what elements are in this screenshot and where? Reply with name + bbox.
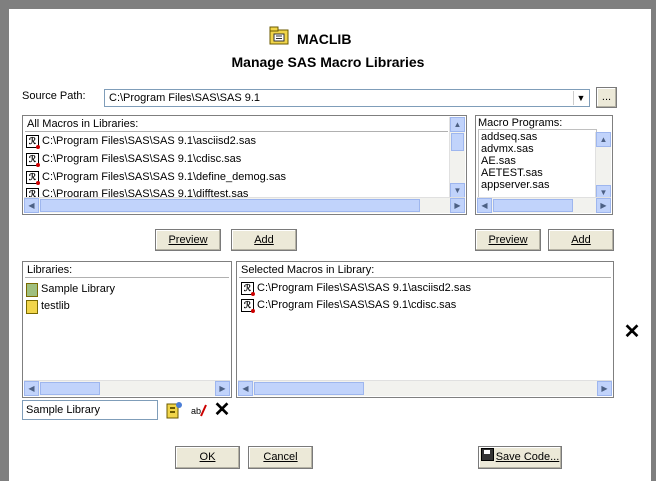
delete-library-button[interactable]: ✕ <box>211 400 233 422</box>
add-macro-program-button[interactable]: Add <box>548 229 614 251</box>
horizontal-scrollbar[interactable]: ◀ ▶ <box>238 380 612 396</box>
vertical-scrollbar[interactable]: ▲ ▼ <box>449 117 465 198</box>
remove-macro-button[interactable]: ✕ <box>620 322 644 346</box>
window-frame-left <box>0 0 9 481</box>
page-subtitle: Manage SAS Macro Libraries <box>231 54 425 70</box>
vertical-scrollbar[interactable]: ▲ ▼ <box>595 132 611 200</box>
library-name-input[interactable]: Sample Library <box>22 400 158 420</box>
selected-macros-header: Selected Macros in Library: <box>241 264 375 276</box>
close-x-icon: ✕ <box>623 321 641 343</box>
ok-button[interactable]: OK <box>175 446 240 469</box>
scroll-left-icon[interactable]: ◀ <box>24 381 39 396</box>
macro-programs-list[interactable]: Macro Programs: addseq.sas advmx.sas AE.… <box>475 115 613 215</box>
preview-macro-program-button[interactable]: Preview <box>475 229 541 251</box>
scroll-thumb[interactable] <box>40 199 420 212</box>
browse-button[interactable]: ... <box>596 87 617 108</box>
cancel-button[interactable]: Cancel <box>248 446 313 469</box>
list-item[interactable]: Sample Library <box>26 281 115 298</box>
scroll-thumb[interactable] <box>254 382 364 395</box>
horizontal-scrollbar[interactable]: ◀ ▶ <box>24 380 230 396</box>
library-book-icon <box>26 299 38 314</box>
scroll-left-icon[interactable]: ◀ <box>238 381 253 396</box>
list-item[interactable]: ℛ C:\Program Files\SAS\SAS 9.1\cdisc.sas <box>241 297 456 314</box>
sas-program-icon: ℛ <box>241 282 255 296</box>
window-frame-right <box>651 0 656 481</box>
preview-all-macros-button[interactable]: Preview <box>155 229 221 251</box>
scroll-up-icon[interactable]: ▲ <box>596 132 611 147</box>
source-path-combobox[interactable]: C:\Program Files\SAS\SAS 9.1 ▼ <box>104 89 590 107</box>
library-book-icon <box>26 282 38 297</box>
all-macros-list[interactable]: All Macros in Libraries: ℛ C:\Program Fil… <box>22 115 467 215</box>
libraries-list[interactable]: Libraries: Sample Library testlib ◀ ▶ <box>22 261 232 398</box>
rename-icon: ab <box>191 404 207 417</box>
scroll-right-icon[interactable]: ▶ <box>215 381 230 396</box>
list-item[interactable]: ℛ C:\Program Files\SAS\SAS 9.1\define_dem… <box>26 169 286 186</box>
scroll-thumb[interactable] <box>40 382 100 395</box>
floppy-disk-icon <box>480 448 494 461</box>
folder-macro-icon <box>269 26 289 45</box>
scroll-right-icon[interactable]: ▶ <box>597 381 612 396</box>
close-x-icon: ✕ <box>213 399 231 421</box>
scroll-thumb[interactable] <box>493 199 573 212</box>
horizontal-scrollbar[interactable]: ◀ ▶ <box>24 197 465 213</box>
list-item[interactable]: ℛ C:\Program Files\SAS\SAS 9.1\cdisc.sas <box>26 151 241 168</box>
window-frame-top <box>0 0 656 9</box>
scroll-left-icon[interactable]: ◀ <box>24 198 39 213</box>
sas-program-icon: ℛ <box>26 135 40 149</box>
rename-library-button[interactable]: ab <box>189 401 209 420</box>
app-title: MACLIB <box>297 31 352 47</box>
source-path-value: C:\Program Files\SAS\SAS 9.1 <box>109 92 260 104</box>
sas-program-icon: ℛ <box>26 153 40 167</box>
chevron-down-icon[interactable]: ▼ <box>573 91 588 105</box>
sas-program-icon: ℛ <box>241 299 255 313</box>
sas-program-icon: ℛ <box>26 171 40 185</box>
list-item[interactable]: ℛ C:\Program Files\SAS\SAS 9.1\asciisd2.s… <box>26 133 256 150</box>
scroll-down-icon[interactable]: ▼ <box>450 183 465 198</box>
scroll-thumb[interactable] <box>451 133 464 151</box>
libraries-header: Libraries: <box>27 264 73 276</box>
scroll-left-icon[interactable]: ◀ <box>477 198 492 213</box>
scroll-right-icon[interactable]: ▶ <box>596 198 611 213</box>
list-item[interactable]: appserver.sas <box>481 179 549 192</box>
list-item[interactable]: testlib <box>26 298 70 315</box>
scroll-right-icon[interactable]: ▶ <box>450 198 465 213</box>
save-code-button[interactable]: Save Code... <box>478 446 562 469</box>
all-macros-header: All Macros in Libraries: <box>27 118 139 130</box>
svg-text:ab: ab <box>191 406 201 416</box>
source-path-label: Source Path: <box>22 90 86 102</box>
list-item[interactable]: ℛ C:\Program Files\SAS\SAS 9.1\asciisd2.s… <box>241 280 471 297</box>
horizontal-scrollbar[interactable]: ◀ ▶ <box>477 197 611 213</box>
new-library-button[interactable] <box>164 401 184 420</box>
library-book-icon <box>166 402 182 419</box>
add-all-macros-button[interactable]: Add <box>231 229 297 251</box>
selected-macros-list[interactable]: Selected Macros in Library: ℛ C:\Program … <box>236 261 614 398</box>
scroll-up-icon[interactable]: ▲ <box>450 117 465 132</box>
